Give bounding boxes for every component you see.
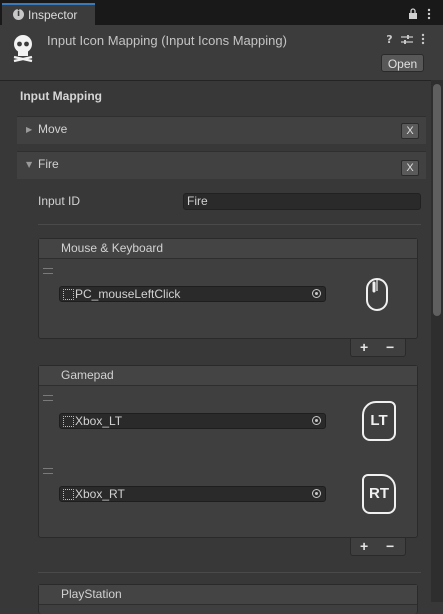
- scrollbar-thumb[interactable]: [433, 84, 441, 316]
- entry-label: Move: [38, 122, 68, 136]
- section-title: Input Mapping: [20, 89, 102, 103]
- group-playstation: PlayStation: [38, 584, 418, 614]
- input-id-label: Input ID: [38, 194, 81, 208]
- divider: [38, 572, 421, 573]
- header-menu-icon[interactable]: [420, 33, 426, 45]
- icon-object-field[interactable]: Xbox_RT: [59, 486, 326, 502]
- group-title: Mouse & Keyboard: [39, 239, 417, 259]
- icon-object-field[interactable]: PC_mouseLeftClick: [59, 286, 326, 302]
- object-value: Xbox_LT: [75, 414, 123, 428]
- group-title: PlayStation: [39, 585, 417, 605]
- object-icon: [63, 416, 74, 427]
- group-title: Gamepad: [39, 366, 417, 386]
- preset-sliders-icon[interactable]: [401, 34, 413, 45]
- object-picker-icon[interactable]: [312, 289, 321, 298]
- tab-label: Inspector: [28, 8, 78, 22]
- divider: [38, 224, 421, 225]
- remove-entry-button[interactable]: X: [401, 160, 419, 176]
- object-picker-icon[interactable]: [312, 416, 321, 425]
- drag-handle[interactable]: [43, 268, 53, 274]
- remove-item-button[interactable]: −: [386, 339, 394, 355]
- tab-menu-icon[interactable]: [426, 8, 432, 20]
- help-icon[interactable]: ?: [383, 33, 396, 46]
- object-icon: [63, 289, 74, 300]
- object-value: Xbox_RT: [75, 487, 125, 501]
- object-icon: [63, 489, 74, 500]
- entry-move[interactable]: ▶ Move X: [17, 116, 426, 144]
- remove-entry-button[interactable]: X: [401, 123, 419, 139]
- tab-inspector[interactable]: i Inspector: [2, 3, 95, 25]
- gamepad-list-footer: + −: [350, 538, 406, 556]
- open-button[interactable]: Open: [381, 54, 424, 72]
- object-value: PC_mouseLeftClick: [75, 287, 181, 301]
- expand-right-icon[interactable]: ▶: [26, 125, 32, 134]
- add-item-button[interactable]: +: [360, 538, 368, 554]
- entry-label: Fire: [38, 157, 59, 171]
- mouse-list-footer: + −: [350, 339, 406, 357]
- object-picker-icon[interactable]: [312, 489, 321, 498]
- entry-fire[interactable]: ▼ Fire X: [17, 151, 426, 179]
- drag-handle[interactable]: [43, 468, 53, 474]
- expand-down-icon[interactable]: ▼: [26, 160, 32, 169]
- header-title: Input Icon Mapping (Input Icons Mapping): [47, 33, 287, 48]
- lt-trigger-icon: LT: [362, 401, 396, 441]
- mouse-left-click-icon: [366, 278, 388, 311]
- drag-handle[interactable]: [43, 395, 53, 401]
- skull-script-icon: [13, 35, 33, 63]
- lock-icon[interactable]: [408, 8, 418, 19]
- remove-item-button[interactable]: −: [386, 538, 394, 554]
- add-item-button[interactable]: +: [360, 339, 368, 355]
- rt-trigger-icon: RT: [362, 474, 396, 514]
- inspector-header: Input Icon Mapping (Input Icons Mapping)…: [0, 25, 443, 81]
- input-id-field[interactable]: Fire: [183, 193, 421, 210]
- icon-object-field[interactable]: Xbox_LT: [59, 413, 326, 429]
- info-icon: i: [13, 9, 24, 20]
- group-gamepad: Gamepad: [38, 365, 418, 538]
